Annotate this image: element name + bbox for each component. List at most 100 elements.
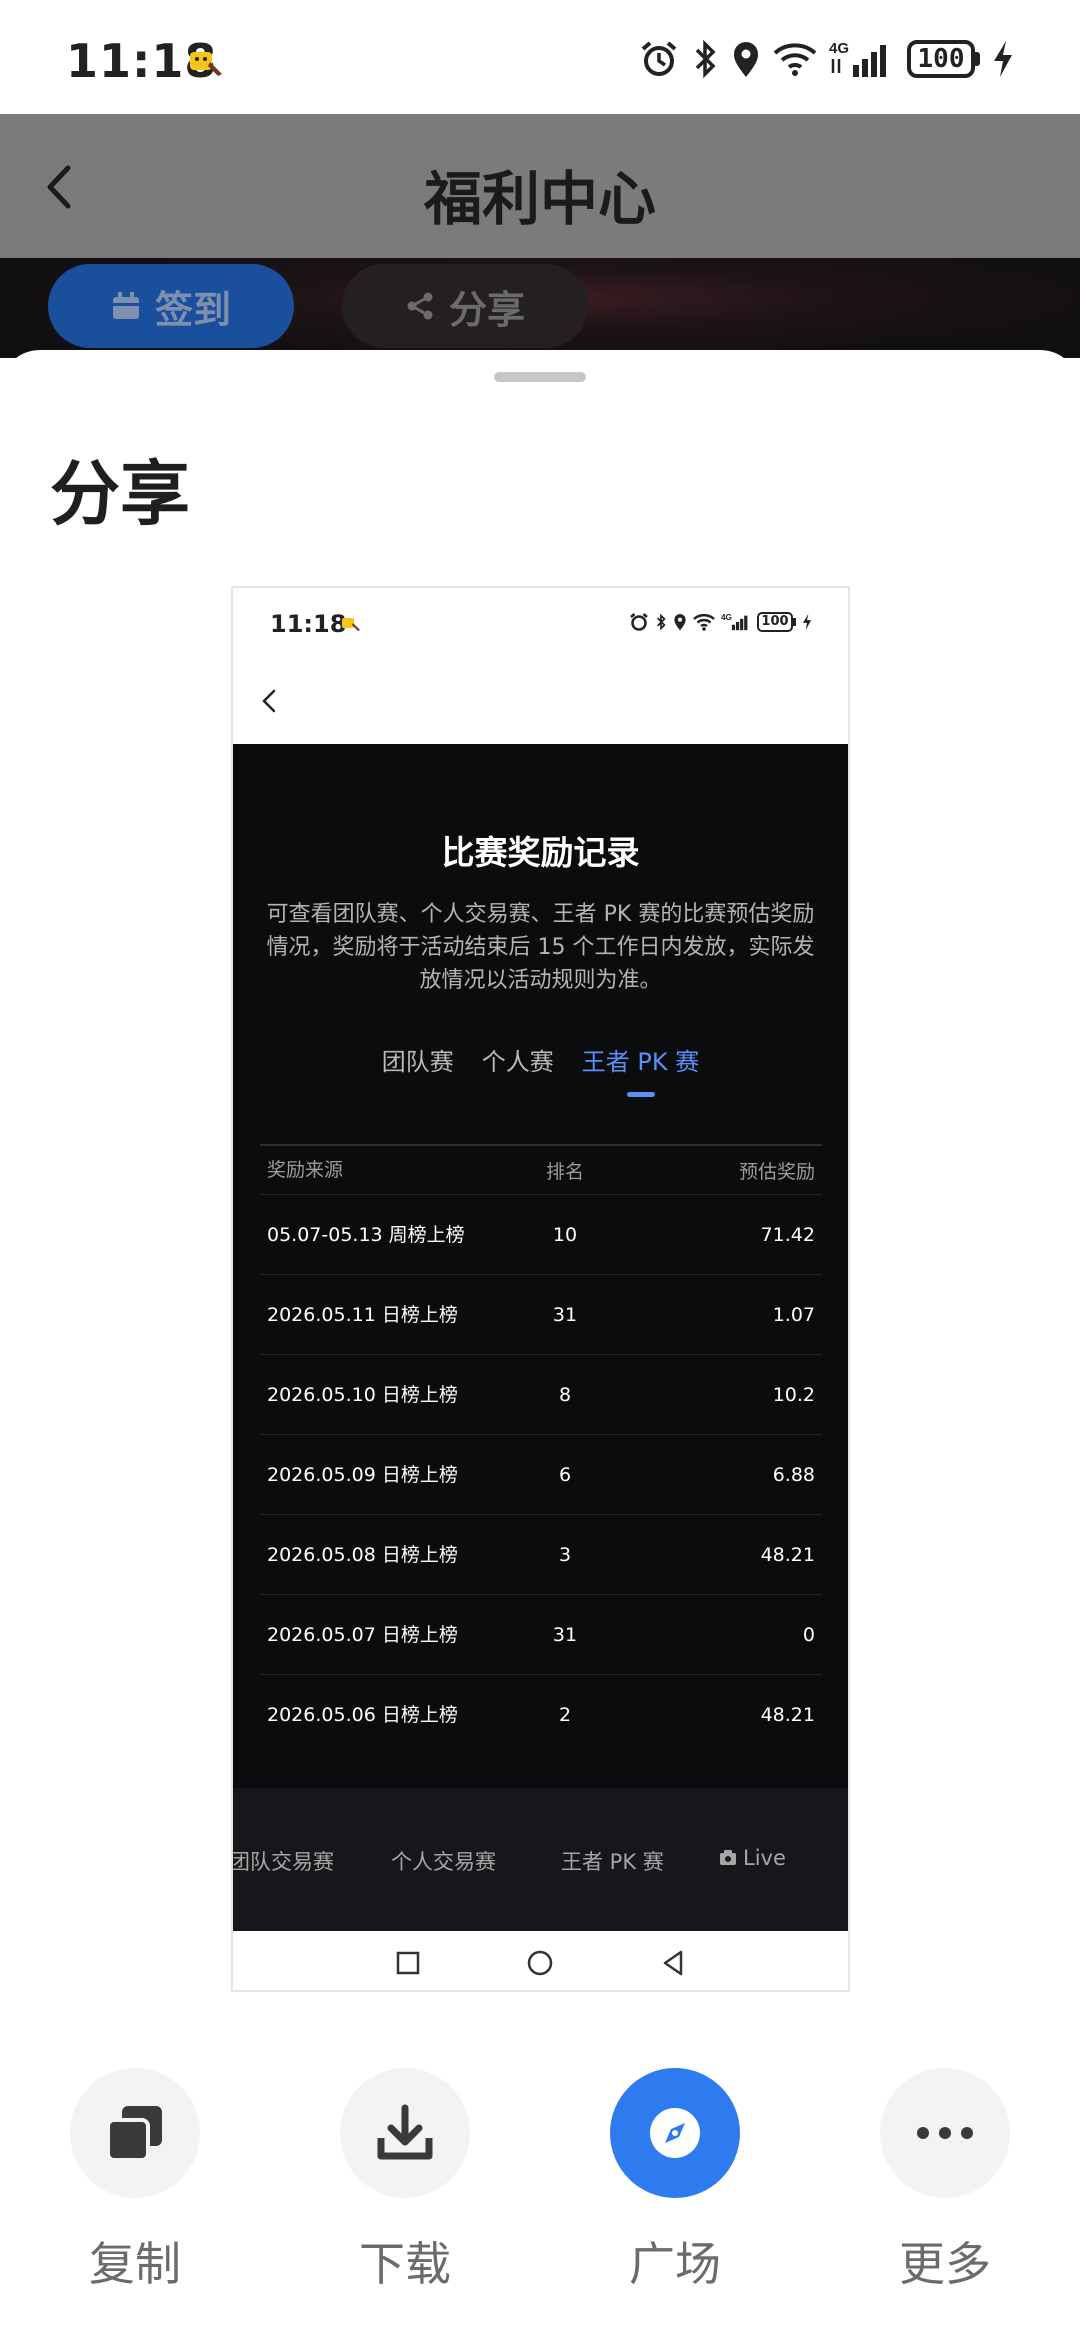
share-button[interactable]: 分享 bbox=[342, 264, 588, 348]
preview-nav-live: Live bbox=[719, 1846, 786, 1870]
share-label: 分享 bbox=[448, 287, 525, 332]
background-page-header: 福利中心 bbox=[0, 114, 1080, 258]
download-icon bbox=[377, 2104, 433, 2160]
preview-nav-live-label: Live bbox=[743, 1846, 786, 1870]
preview-nav-individual-trading: 个人交易赛 bbox=[391, 1850, 496, 1874]
preview-battery-tip bbox=[793, 618, 796, 626]
preview-heading: 比赛奖励记录 bbox=[441, 833, 640, 872]
row-reward: 48.21 bbox=[760, 1543, 815, 1566]
share-preview-image: 11:18 4G 100 比赛奖励记录 可查看团队赛、个人交易赛、王者 PK 赛… bbox=[231, 586, 850, 1992]
more-label: 更多 bbox=[899, 2237, 991, 2291]
plaza-button[interactable] bbox=[610, 2068, 740, 2198]
preview-reward-table: 奖励来源 排名 预估奖励 05.07-05.13 周榜上榜 10 71.42 2… bbox=[260, 1146, 822, 1754]
background-page-title: 福利中心 bbox=[423, 165, 656, 233]
background-banner: 签到 分享 bbox=[0, 258, 1080, 358]
svg-text:4G: 4G bbox=[829, 40, 849, 57]
row-rank: 3 bbox=[558, 1543, 572, 1566]
screen: 11:18 4G 100 福利中心 签到 分享 分享 11:18 4G 100 … bbox=[0, 0, 1080, 2340]
table-row: 2026.05.08 日榜上榜 3 48.21 bbox=[260, 1514, 822, 1594]
charging-bolt-icon bbox=[994, 41, 1012, 77]
row-source: 2026.05.11 日榜上榜 bbox=[267, 1303, 458, 1326]
copy-button[interactable] bbox=[70, 2068, 200, 2198]
download-action[interactable]: 下载 bbox=[338, 2068, 472, 2294]
row-rank: 10 bbox=[552, 1223, 578, 1246]
status-bar: 11:18 4G 100 bbox=[0, 0, 1080, 114]
table-row: 2026.05.07 日榜上榜 31 0 bbox=[260, 1594, 822, 1674]
row-reward: 10.2 bbox=[772, 1383, 815, 1406]
compass-icon bbox=[650, 2108, 700, 2158]
location-icon bbox=[734, 42, 758, 77]
preview-tab-king-pk: 王者 PK 赛 bbox=[582, 1042, 699, 1097]
preview-system-nav bbox=[233, 1931, 848, 1990]
download-button[interactable] bbox=[340, 2068, 470, 2198]
preview-charging-icon bbox=[802, 613, 812, 631]
sign-in-button[interactable]: 签到 bbox=[48, 264, 294, 348]
row-reward: 48.21 bbox=[760, 1703, 815, 1726]
table-row: 2026.05.11 日榜上榜 31 1.07 bbox=[260, 1274, 822, 1354]
preview-status-bar: 11:18 4G 100 bbox=[233, 588, 848, 638]
share-icon bbox=[407, 292, 433, 320]
preview-recents-icon bbox=[396, 1951, 420, 1975]
more-action[interactable]: 更多 bbox=[878, 2068, 1012, 2294]
copy-action[interactable]: 复制 bbox=[68, 2068, 202, 2294]
preview-back-icon bbox=[663, 1950, 683, 1976]
preview-wifi-icon bbox=[693, 614, 715, 631]
preview-back-arrow-icon bbox=[262, 689, 276, 713]
wifi-icon bbox=[773, 43, 817, 76]
table-row: 2026.05.09 日榜上榜 6 6.88 bbox=[260, 1434, 822, 1514]
preview-reward-panel: 比赛奖励记录 可查看团队赛、个人交易赛、王者 PK 赛的比赛预估奖励情况，奖励将… bbox=[233, 744, 848, 1788]
sheet-title: 分享 bbox=[50, 453, 190, 535]
status-icons: 4G 100 bbox=[639, 36, 1014, 82]
row-source: 05.07-05.13 周榜上榜 bbox=[267, 1223, 465, 1246]
preview-bottom-nav: 团队交易赛 个人交易赛 王者 PK 赛 Live bbox=[233, 1788, 848, 1931]
more-icon bbox=[917, 2127, 973, 2139]
preview-battery: 100 bbox=[757, 612, 796, 632]
bluetooth-icon bbox=[695, 39, 716, 79]
row-reward: 6.88 bbox=[772, 1463, 815, 1486]
copy-icon bbox=[106, 2106, 162, 2162]
preview-status-icons: 4G 100 bbox=[629, 612, 812, 632]
notification-emoji-icon bbox=[190, 52, 222, 76]
preview-battery-level: 100 bbox=[757, 612, 793, 632]
calendar-icon bbox=[112, 292, 139, 319]
table-row: 05.07-05.13 周榜上榜 10 71.42 bbox=[260, 1194, 822, 1274]
table-row: 2026.05.10 日榜上榜 8 10.2 bbox=[260, 1354, 822, 1434]
preview-description: 可查看团队赛、个人交易赛、王者 PK 赛的比赛预估奖励情况，奖励将于活动结束后 … bbox=[266, 902, 815, 993]
table-row: 2026.05.06 日榜上榜 2 48.21 bbox=[260, 1674, 822, 1754]
row-rank: 31 bbox=[552, 1303, 578, 1326]
preview-status-time: 11:18 bbox=[270, 610, 347, 638]
row-reward: 71.42 bbox=[760, 1223, 815, 1246]
cellular-signal-icon: 4G bbox=[829, 40, 886, 77]
more-button[interactable] bbox=[880, 2068, 1010, 2198]
preview-tab-team: 团队赛 bbox=[381, 1048, 454, 1076]
row-rank: 8 bbox=[558, 1383, 572, 1406]
sheet-grabber-handle[interactable] bbox=[494, 372, 586, 382]
preview-nav-team-trading: 团队交易赛 bbox=[231, 1850, 334, 1874]
preview-bluetooth-icon bbox=[656, 613, 666, 631]
battery-level: 100 bbox=[907, 40, 975, 78]
preview-nav-king-pk: 王者 PK 赛 bbox=[561, 1850, 664, 1874]
row-reward: 0 bbox=[802, 1623, 815, 1646]
row-source: 2026.05.07 日榜上榜 bbox=[267, 1623, 458, 1646]
sign-in-label: 签到 bbox=[154, 287, 231, 332]
battery-indicator: 100 bbox=[907, 40, 980, 78]
preview-tabs: 团队赛 个人赛 王者 PK 赛 bbox=[233, 1042, 848, 1097]
table-header: 奖励来源 排名 预估奖励 bbox=[260, 1146, 822, 1194]
row-rank: 31 bbox=[552, 1623, 578, 1646]
preview-signal-icon: 4G bbox=[721, 613, 748, 631]
share-actions: 复制 下载 广场 更多 bbox=[0, 2068, 1080, 2298]
plaza-label: 广场 bbox=[629, 2237, 721, 2291]
header-reward: 预估奖励 bbox=[738, 1160, 815, 1183]
alarm-icon bbox=[641, 41, 677, 76]
row-reward: 1.07 bbox=[772, 1303, 815, 1326]
plaza-action[interactable]: 广场 bbox=[608, 2068, 742, 2294]
row-source: 2026.05.08 日榜上榜 bbox=[267, 1543, 458, 1566]
preview-home-icon bbox=[527, 1950, 553, 1976]
download-label: 下载 bbox=[359, 2237, 451, 2291]
row-source: 2026.05.06 日榜上榜 bbox=[267, 1703, 458, 1726]
header-source: 奖励来源 bbox=[267, 1159, 344, 1181]
preview-tab-individual: 个人赛 bbox=[481, 1048, 554, 1076]
row-rank: 2 bbox=[558, 1703, 572, 1726]
preview-alarm-icon bbox=[630, 613, 648, 631]
header-rank: 排名 bbox=[545, 1160, 584, 1183]
